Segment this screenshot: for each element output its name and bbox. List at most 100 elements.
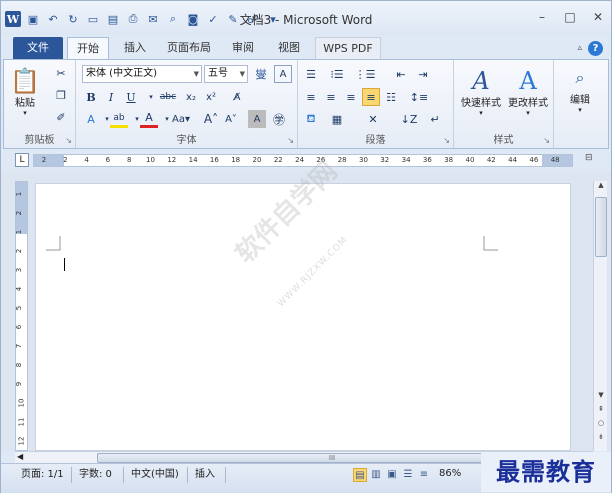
bold-icon[interactable]: B <box>82 88 100 106</box>
clear-formatting-icon[interactable]: A̸ <box>228 88 246 106</box>
multilevel-list-icon[interactable]: ⋮☰ <box>355 65 376 83</box>
format-painter-icon[interactable]: ✐ <box>52 108 70 126</box>
font-color-icon[interactable]: A <box>140 110 158 128</box>
chinese-layout-icon[interactable]: ✕ <box>364 110 382 128</box>
subscript-icon[interactable]: x₂ <box>182 88 200 106</box>
language[interactable]: 中文(中国) <box>131 468 179 482</box>
editing-dropdown-icon: ▾ <box>578 105 582 114</box>
ruler-tick-label: 34 <box>401 156 411 164</box>
distributed-icon[interactable]: ☷ <box>382 88 400 106</box>
draft-icon[interactable]: ≡ <box>417 468 431 482</box>
tab-insert[interactable]: 插入 <box>115 37 155 59</box>
character-shading-icon[interactable]: A <box>248 110 266 128</box>
print-layout-icon[interactable]: ▤ <box>353 468 367 482</box>
vruler-tick-label: 2 <box>15 248 24 254</box>
top-margin-shade <box>16 182 27 234</box>
document-page[interactable]: 软件自学网 WWW.RJZXW.COM <box>35 156 571 451</box>
vertical-scroll-thumb[interactable] <box>595 197 607 257</box>
shading-icon[interactable]: ⛾ <box>302 110 320 128</box>
tab-page-layout[interactable]: 页面布局 <box>161 37 217 59</box>
maximize-button[interactable]: □ <box>561 9 579 25</box>
font-name-dropdown-icon: ▼ <box>193 70 199 78</box>
outline-icon[interactable]: ☰ <box>401 468 415 482</box>
word-count[interactable]: 字数: 0 <box>79 468 112 482</box>
tab-view[interactable]: 视图 <box>269 37 309 59</box>
tab-review[interactable]: 审阅 <box>223 37 263 59</box>
tab-home[interactable]: 开始 <box>67 37 109 59</box>
styles-launcher-icon[interactable]: ↘ <box>543 136 550 145</box>
full-screen-reading-icon[interactable]: ▥ <box>369 468 383 482</box>
highlight-icon[interactable]: ab <box>110 110 128 128</box>
window-title: 文档3 - Microsoft Word <box>239 13 373 27</box>
enclosed-character-icon[interactable]: ㊫ <box>270 110 288 128</box>
scroll-up-icon[interactable]: ▲ <box>594 181 608 193</box>
brand-watermark: 最需教育 <box>481 452 611 492</box>
scroll-left-icon[interactable]: ◀ <box>17 452 23 461</box>
group-clipboard: 📋 粘贴 ▾ ✂ ❐ ✐ 剪贴板 ↘ <box>4 60 76 148</box>
font-size-combo[interactable]: 五号 ▼ <box>204 65 248 83</box>
sort-icon[interactable]: ↓Z <box>400 110 418 128</box>
bullets-icon[interactable]: ☰ <box>302 65 320 83</box>
underline-icon[interactable]: U <box>122 88 140 106</box>
group-styles: A 快速样式 ▾ A 更改样式 ▾ 样式 ↘ <box>454 60 554 148</box>
copy-icon[interactable]: ❐ <box>52 86 70 104</box>
change-styles-button[interactable]: A 更改样式 ▾ <box>504 64 552 120</box>
previous-page-icon[interactable]: ⇞ <box>594 405 608 417</box>
ruler-tick-label: 14 <box>188 156 198 164</box>
ruler-tick-label: 28 <box>337 156 347 164</box>
collapse-ribbon-icon[interactable]: ▵ <box>577 41 582 56</box>
close-button[interactable]: ✕ <box>589 9 607 25</box>
tab-selector[interactable]: L <box>15 153 29 167</box>
shrink-font-icon[interactable]: A˅ <box>222 110 240 128</box>
help-icon[interactable]: ? <box>588 41 603 56</box>
font-name-combo[interactable]: 宋体 (中文正文) ▼ <box>82 65 202 83</box>
font-launcher-icon[interactable]: ↘ <box>287 136 294 145</box>
align-center-icon[interactable]: ≡ <box>322 88 340 106</box>
strikethrough-icon[interactable]: abc <box>156 88 180 106</box>
numbering-icon[interactable]: ⁝☰ <box>328 65 346 83</box>
paste-button[interactable]: 📋 粘贴 ▾ <box>10 64 40 120</box>
vruler-tick-label: 1 <box>15 191 24 197</box>
phonetic-guide-icon[interactable]: 燮 <box>252 65 270 83</box>
justify-icon[interactable]: ≡ <box>362 88 380 106</box>
cut-icon[interactable]: ✂ <box>52 64 70 82</box>
tab-file[interactable]: 文件 <box>13 37 63 59</box>
insert-mode[interactable]: 插入 <box>195 468 215 482</box>
ruler-tick-label: 20 <box>252 156 262 164</box>
ruler-tick-label: 16 <box>209 156 219 164</box>
tab-wps-pdf[interactable]: WPS PDF <box>315 37 381 59</box>
tabs-right-controls: ▵ ? <box>577 41 603 56</box>
ruler-tick-label: 2 <box>63 156 68 164</box>
grow-font-icon[interactable]: A˄ <box>202 110 220 128</box>
align-left-icon[interactable]: ≡ <box>302 88 320 106</box>
quick-styles-label: 快速样式 <box>461 97 501 109</box>
font-group-label: 字体 <box>176 135 197 146</box>
web-layout-icon[interactable]: ▣ <box>385 468 399 482</box>
decrease-indent-icon[interactable]: ⇤ <box>392 65 410 83</box>
borders-icon[interactable]: ▦ <box>328 110 346 128</box>
show-marks-icon[interactable]: ↵ <box>426 110 444 128</box>
paragraph-launcher-icon[interactable]: ↘ <box>443 136 450 145</box>
ruler-tick-label: 4 <box>84 156 89 164</box>
ruler-tick-label: 8 <box>126 156 132 164</box>
quick-styles-icon: A <box>472 66 490 95</box>
superscript-icon[interactable]: x² <box>202 88 220 106</box>
minimize-button[interactable]: – <box>533 9 551 25</box>
editing-button[interactable]: ⌕ 编辑 ▾ <box>560 64 600 114</box>
page-count[interactable]: 页面: 1/1 <box>21 468 64 482</box>
clipboard-launcher-icon[interactable]: ↘ <box>65 136 72 145</box>
align-right-icon[interactable]: ≡ <box>342 88 360 106</box>
zoom-level[interactable]: 86% <box>439 468 461 479</box>
italic-icon[interactable]: I <box>102 88 120 106</box>
view-ruler-icon[interactable]: ⊟ <box>585 153 597 167</box>
vertical-ruler[interactable]: 1 2 1 2 3 4 5 6 7 8 9 10 11 12 <box>15 181 28 451</box>
scroll-down-icon[interactable]: ▼ <box>594 391 608 403</box>
increase-indent-icon[interactable]: ⇥ <box>414 65 432 83</box>
vertical-scrollbar[interactable]: ▲ ▼ ⇞ ○ ⇟ <box>593 181 607 451</box>
quick-styles-button[interactable]: A 快速样式 ▾ <box>458 64 504 120</box>
character-border-icon[interactable]: A <box>274 65 292 83</box>
next-page-icon[interactable]: ⇟ <box>594 433 608 445</box>
browse-object-icon[interactable]: ○ <box>594 419 608 431</box>
change-case-icon[interactable]: Aa▾ <box>170 110 192 128</box>
line-spacing-icon[interactable]: ↕≡ <box>410 88 428 106</box>
